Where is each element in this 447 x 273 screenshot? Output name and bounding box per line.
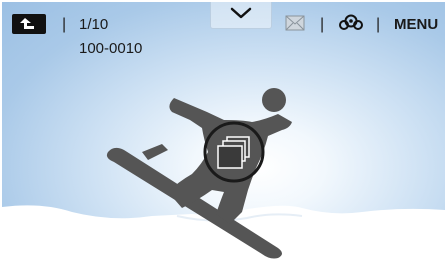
- photo-preview-screen: | 1/10 100-0010 | | MENU: [2, 2, 445, 269]
- separator: |: [62, 16, 67, 33]
- separator: |: [320, 16, 325, 33]
- dropdown-toggle[interactable]: [210, 2, 272, 29]
- separator: |: [376, 16, 381, 33]
- chevron-down-icon: [230, 7, 252, 19]
- gallery-folders-icon[interactable]: [203, 121, 265, 183]
- file-number: 100-0010: [79, 40, 143, 57]
- status-bar: | 1/10 100-0010 | | MENU: [2, 2, 445, 57]
- menu-button[interactable]: MENU: [394, 16, 438, 33]
- rider-arm: [142, 144, 168, 160]
- envelope-icon[interactable]: [285, 15, 305, 31]
- share-icon[interactable]: [338, 14, 364, 32]
- image-counter: 1/10: [79, 16, 109, 33]
- rider-head: [262, 88, 286, 112]
- back-arrow-icon[interactable]: [12, 14, 46, 34]
